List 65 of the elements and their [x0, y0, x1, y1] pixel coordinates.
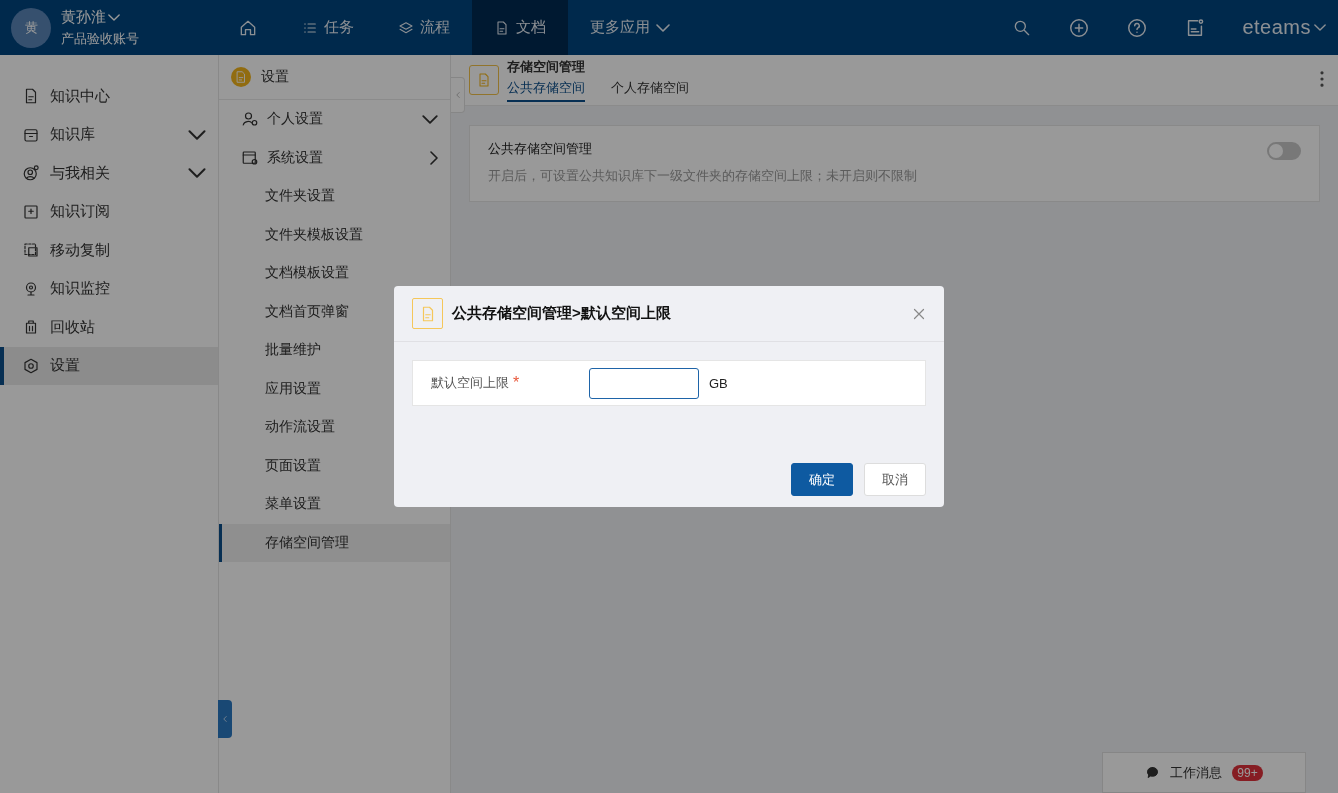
settings-icon: [22, 356, 40, 375]
count-badge: 99+: [1232, 764, 1263, 781]
document-glyph-icon: [476, 72, 492, 88]
submenu-item[interactable]: 文档首页弹窗: [219, 292, 450, 331]
sidebar-item[interactable]: 移动复制: [0, 231, 218, 270]
document-icon: [494, 19, 510, 36]
sidebar-item[interactable]: 与我相关: [0, 154, 218, 193]
caret-down-icon: [656, 23, 670, 32]
page-title: 存储空间管理: [507, 58, 586, 76]
brand-logo[interactable]: eteams: [1242, 16, 1311, 39]
sidebar-item[interactable]: 回收站: [0, 308, 218, 347]
dashed-square-icon: [22, 241, 40, 260]
cancel-button[interactable]: 取消: [864, 463, 926, 496]
user-name[interactable]: 黄孙淮: [61, 7, 106, 27]
dialog-title: 公共存储空间管理>默认空间上限: [452, 304, 672, 323]
more-icon: [1320, 70, 1324, 87]
chat-bubble-icon: [1145, 765, 1161, 780]
collapse-handle[interactable]: [451, 77, 465, 113]
submenu-item[interactable]: 文件夹设置: [219, 177, 450, 216]
page-tab[interactable]: 公共存储空间: [507, 79, 585, 102]
messages-button[interactable]: 工作消息 99+: [1102, 752, 1306, 793]
caret-down-icon: [108, 13, 120, 21]
nav-tab[interactable]: 任务: [280, 0, 376, 55]
submenu-group[interactable]: 个人设置: [219, 100, 450, 139]
submenu-item[interactable]: 菜单设置: [219, 485, 450, 524]
chevron-right-icon: [430, 150, 438, 165]
nav-tab[interactable]: 文档: [472, 0, 568, 55]
submenu-item[interactable]: 存储空间管理: [219, 523, 450, 562]
submenu-group[interactable]: 系统设置: [219, 138, 450, 177]
submenu-title: 设置: [261, 68, 289, 86]
person-settings-icon: [241, 110, 259, 129]
confirm-button[interactable]: 确定: [791, 463, 853, 496]
submenu-item[interactable]: 页面设置: [219, 446, 450, 485]
sidebar-item[interactable]: 知识库: [0, 115, 218, 154]
help-icon: [1126, 16, 1149, 39]
field-label: 默认空间上限: [431, 374, 509, 392]
add-icon: [1068, 16, 1091, 39]
sidebar-item[interactable]: 设置: [0, 346, 218, 385]
required-mark: *: [513, 374, 520, 392]
submenu-item[interactable]: 动作流设置: [219, 408, 450, 447]
collapse-handle[interactable]: [218, 700, 232, 738]
toggle-switch[interactable]: [1267, 142, 1301, 160]
window-settings-icon: [241, 148, 259, 167]
user-avatar[interactable]: 黄: [11, 7, 51, 48]
chevron-left-icon: [220, 714, 230, 724]
input-field[interactable]: [589, 367, 699, 399]
setting-title: 公共存储空间管理: [488, 140, 593, 158]
submenu-item[interactable]: 文档模板设置: [219, 254, 450, 293]
caret-down-icon: [188, 129, 206, 140]
unit-label: GB: [709, 375, 728, 391]
sidebar-item[interactable]: 知识订阅: [0, 192, 218, 231]
layers-icon: [398, 19, 414, 36]
caret-down-icon: [188, 168, 206, 179]
nav-tab[interactable]: 更多应用: [568, 0, 692, 55]
sidebar-item[interactable]: 知识中心: [0, 77, 218, 116]
sidebar-item[interactable]: 知识监控: [0, 269, 218, 308]
add-square-icon: [22, 202, 40, 221]
submenu-item[interactable]: 文件夹模板设置: [219, 215, 450, 254]
user-circle-icon: [22, 164, 40, 183]
account-name: 产品验收账号: [61, 29, 139, 48]
page-tab[interactable]: 个人存储空间: [611, 79, 689, 102]
submenu-item[interactable]: 批量维护: [219, 331, 450, 370]
nav-tab[interactable]: 流程: [376, 0, 472, 55]
caret-down-icon: [422, 114, 438, 124]
caret-down-icon: [1314, 24, 1326, 31]
